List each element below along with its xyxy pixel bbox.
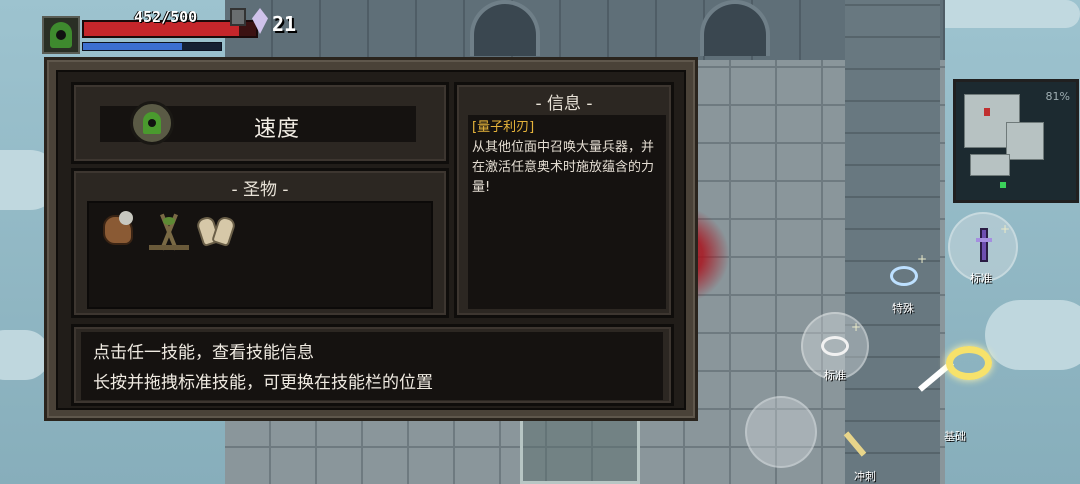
- plus-icon: +: [917, 252, 928, 266]
- player-hud: 452/500 21: [42, 6, 322, 60]
- minimap[interactable]: 81%: [953, 79, 1079, 203]
- tripod-relic-icon[interactable]: [147, 209, 191, 253]
- cloud: [985, 300, 1080, 370]
- movement-joystick[interactable]: [745, 396, 817, 468]
- skill-icon[interactable]: [130, 101, 174, 145]
- tips-inner: 点击任一技能，查看技能信息 长按并拖拽标准技能，可更换在技能栏的位置: [81, 332, 663, 400]
- praying-hands-relic-icon[interactable]: [195, 209, 239, 253]
- info-item-name: [量子利刃]: [472, 120, 535, 135]
- horse-head-relic-icon[interactable]: [99, 209, 143, 253]
- dash-skill-label: 冲刺: [854, 470, 876, 483]
- health-text: 452/500: [134, 8, 198, 26]
- skill-title-box: 速度: [71, 82, 449, 164]
- minimap-enemy-marker: [984, 108, 990, 116]
- skill-info-panel: 速度 - 圣物 - - 信息 - [量子利刃] 从其他位面中召唤大量兵器，并在激…: [44, 57, 698, 421]
- relics-box: - 圣物 -: [71, 168, 449, 318]
- standard-skill-label: 标准: [970, 272, 992, 285]
- info-description: 从其他位面中召唤大量兵器，并在激活任意奥术时施放蕴含的力量!: [472, 140, 655, 195]
- basic-skill-label: 基础: [944, 430, 966, 443]
- standard-skill-label: 标准: [824, 369, 846, 382]
- cloud: [0, 330, 50, 380]
- hooded-wizard-icon: [143, 112, 161, 134]
- relics-header: - 圣物 -: [231, 180, 289, 200]
- panel-inner: 速度 - 圣物 - - 信息 - [量子利刃] 从其他位面中召唤大量兵器，并在激…: [56, 70, 686, 410]
- gem-count: 21: [272, 12, 297, 36]
- player-avatar[interactable]: [42, 16, 80, 54]
- plus-icon: +: [851, 320, 862, 334]
- halo-ring-icon[interactable]: [946, 346, 992, 380]
- info-box: - 信息 - [量子利刃] 从其他位面中召唤大量兵器，并在激活任意奥术时施放蕴含…: [454, 82, 674, 318]
- info-header: - 信息 -: [535, 94, 593, 114]
- info-body: [量子利刃] 从其他位面中召唤大量兵器，并在激活任意奥术时施放蕴含的力量!: [468, 115, 666, 309]
- bag-icon[interactable]: [230, 8, 246, 26]
- mana-bar: [82, 42, 222, 51]
- tip-line: 长按并拖拽标准技能，可更换在技能栏的位置: [93, 373, 433, 393]
- tips-box: 点击任一技能，查看技能信息 长按并拖拽标准技能，可更换在技能栏的位置: [71, 324, 674, 406]
- cyclone-icon[interactable]: [890, 266, 918, 286]
- minimap-room: [970, 154, 1010, 176]
- mana-fill: [83, 43, 183, 50]
- tip-line: 点击任一技能，查看技能信息: [93, 343, 314, 363]
- castle-wall: [225, 0, 945, 60]
- castle-wall-right: [845, 0, 940, 484]
- hooded-wizard-icon: [50, 22, 72, 48]
- relics-grid: [87, 201, 433, 309]
- rune-circle: [520, 418, 640, 484]
- skill-title: 速度: [254, 117, 301, 142]
- special-skill-label: 特殊: [892, 302, 914, 315]
- minimap-player-marker: [1000, 182, 1006, 188]
- cyclone-icon: [821, 336, 849, 356]
- plus-icon: +: [1000, 222, 1011, 236]
- purple-sword-icon: [976, 228, 992, 262]
- minimap-room: [1006, 122, 1044, 160]
- minimap-percent: 81%: [1045, 90, 1070, 103]
